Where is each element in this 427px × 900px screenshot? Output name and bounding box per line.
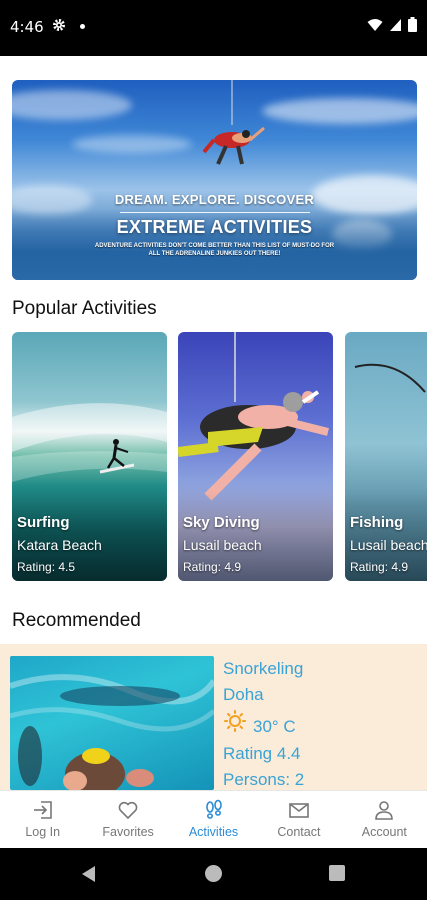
hero-title: EXTREME ACTIVITIES — [116, 217, 313, 237]
snorkeling-image — [10, 656, 214, 790]
status-time: 4:46 — [10, 18, 44, 36]
nav-label-login: Log In — [25, 825, 61, 839]
recommended-temperature: 30° C — [253, 717, 296, 736]
notification-dot-icon — [80, 24, 85, 29]
activity-card-sky-diving[interactable]: Sky Diving Lusail beach Rating: 4.9 — [178, 332, 333, 581]
battery-icon — [408, 17, 417, 32]
hero-subtext: ADVENTURE ACTIVITIES DON'T COME BETTER T… — [94, 243, 335, 257]
nav-label-activities: Activities — [188, 825, 239, 839]
nav-label-account: Account — [361, 825, 407, 839]
nav-item-contact[interactable]: Contact — [256, 791, 341, 848]
mail-icon — [289, 803, 309, 818]
popular-activities-title: Popular Activities — [12, 298, 157, 319]
skydiver-illustration — [202, 80, 265, 165]
nav-item-account[interactable]: Account — [342, 791, 427, 848]
fishing-rod-illustration — [354, 363, 426, 393]
person-icon — [375, 801, 394, 820]
activity-name: Surfing — [17, 514, 70, 531]
hero-banner[interactable]: DREAM. EXPLORE. DISCOVER EXTREME ACTIVIT… — [12, 80, 417, 280]
recommended-title: Recommended — [12, 610, 141, 631]
activity-card-surfing[interactable]: Surfing Katara Beach Rating: 4.5 — [12, 332, 167, 581]
sun-icon — [224, 710, 246, 732]
home-icon[interactable] — [205, 865, 222, 882]
recommended-rating: Rating 4.4 — [223, 744, 301, 763]
settings-icon — [53, 19, 65, 31]
hero-tagline: DREAM. EXPLORE. DISCOVER — [114, 192, 315, 207]
activity-name: Sky Diving — [183, 514, 260, 531]
activity-name: Fishing — [350, 514, 404, 531]
activity-card-fishing[interactable]: Fishing Lusail beach Rating: 4.9 — [345, 332, 427, 581]
bottom-navigation: Log In Favorites Activities Contact Acco… — [0, 790, 427, 848]
recommended-name: Snorkeling — [223, 659, 304, 678]
surfer-illustration — [12, 403, 167, 482]
heart-icon — [118, 801, 138, 820]
footprints-icon — [205, 799, 222, 819]
recommended-persons: Persons: 2 — [223, 770, 305, 789]
skydivers-illustration — [178, 332, 329, 501]
recommended-location: Doha — [223, 685, 264, 704]
activity-location: Lusail beach — [350, 537, 427, 553]
popular-activities-carousel[interactable]: Surfing Katara Beach Rating: 4.5 Sky Div… — [12, 332, 427, 582]
hero-divider — [120, 212, 310, 213]
status-indicators — [367, 17, 417, 32]
recent-apps-icon[interactable] — [329, 865, 345, 881]
activity-rating: Rating: 4.9 — [183, 560, 242, 574]
system-navigation-bar — [0, 848, 427, 900]
nav-label-favorites: Favorites — [102, 825, 154, 839]
recommended-item[interactable]: Snorkeling Doha 30° C Rating 4.4 Persons… — [0, 644, 427, 790]
activity-location: Lusail beach — [183, 537, 262, 553]
activity-location: Katara Beach — [17, 537, 102, 553]
wifi-icon — [367, 18, 383, 31]
nav-label-contact: Contact — [277, 825, 321, 839]
nav-item-activities[interactable]: Activities — [171, 791, 256, 848]
nav-item-login[interactable]: Log In — [0, 791, 85, 848]
back-icon[interactable] — [82, 866, 95, 882]
nav-item-favorites[interactable]: Favorites — [85, 791, 170, 848]
cell-signal-icon — [390, 18, 401, 31]
activity-rating: Rating: 4.9 — [350, 560, 409, 574]
login-icon — [33, 801, 52, 819]
activity-rating: Rating: 4.5 — [17, 560, 76, 574]
status-bar: 4:46 — [0, 0, 427, 56]
